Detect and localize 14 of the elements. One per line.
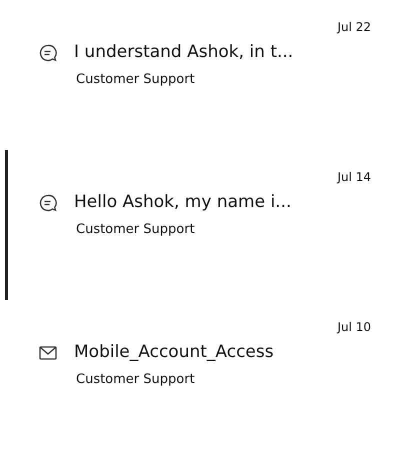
conversation-subtitle: Customer Support — [76, 222, 195, 236]
chat-icon — [38, 192, 58, 213]
date-label: Jul 22 — [337, 19, 371, 36]
conversation-item[interactable]: Jul 22 I understand Ashok, in t... Customer Support — [5, 0, 401, 150]
conversation-title: I understand Ashok, in t... — [74, 41, 294, 64]
conversation-title: Hello Ashok, my name i... — [74, 191, 292, 214]
conversation-item[interactable]: Jul 10 Mobile_Account_Access Customer Support — [5, 300, 401, 450]
conversation-item[interactable]: Jul 14 Hello Ashok, my name i... Customer Support — [5, 150, 401, 300]
conversation-subtitle: Customer Support — [76, 372, 195, 386]
date-label: Jul 14 — [337, 169, 371, 186]
date-label: Jul 10 — [337, 319, 371, 336]
conversation-title: Mobile_Account_Access — [74, 341, 274, 364]
conversation-subtitle: Customer Support — [76, 72, 195, 86]
chat-icon — [38, 42, 58, 63]
